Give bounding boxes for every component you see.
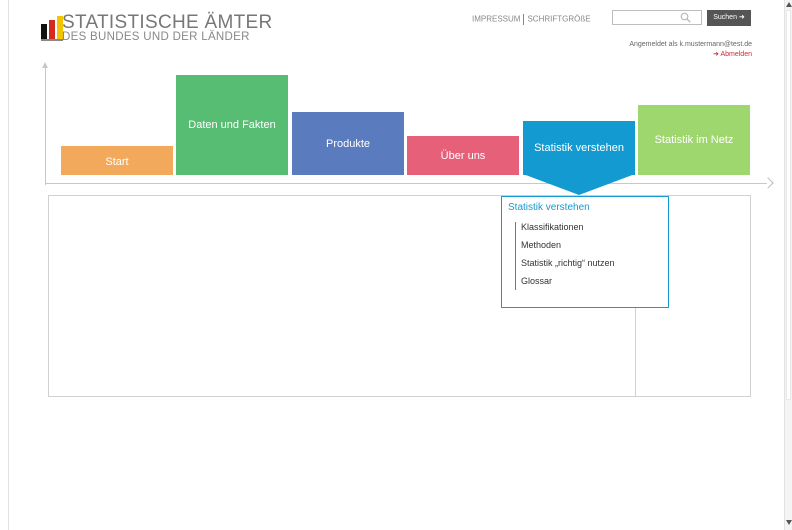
submenu-item-glossar[interactable]: Glossar [521,276,552,286]
logo-title: STATISTISCHE ÄMTER [62,12,273,33]
y-axis-line [45,66,46,185]
login-status: Angemeldet als k.mustermann@test.de [629,41,752,48]
x-axis-line [45,183,767,184]
submenu-item-methoden[interactable]: Methoden [521,240,561,250]
submenu-title[interactable]: Statistik verstehen [508,202,590,213]
search-icon[interactable] [680,12,691,23]
logo-underline [41,39,63,41]
y-axis-arrow-icon [42,62,48,68]
scroll-up-icon[interactable] [786,2,792,7]
link-separator [523,14,525,25]
submenu-item-klassifikationen[interactable]: Klassifikationen [521,222,584,232]
submenu-indicator-line [515,222,516,290]
nav-ueber-uns[interactable]: Über uns [407,136,519,175]
scroll-down-icon[interactable] [786,520,792,525]
search-button[interactable]: Suchen ➜ [707,10,751,26]
font-size-link[interactable]: SCHRIFTGRÖßE [527,15,590,24]
nav-statistik-im-netz[interactable]: Statistik im Netz [638,105,750,175]
top-links: IMPRESSUM SCHRIFTGRÖßE [472,14,591,25]
impressum-link[interactable]: IMPRESSUM [472,15,520,24]
logout-link[interactable]: ➜ Abmelden [713,50,752,58]
active-nav-pointer [523,174,635,195]
submenu-item-statistik-richtig-nutzen[interactable]: Statistik „richtig“ nutzen [521,258,615,268]
scrollbar-thumb[interactable] [786,10,791,400]
nav-produkte[interactable]: Produkte [292,112,404,175]
nav-statistik-verstehen[interactable]: Statistik verstehen [523,121,635,175]
logo-subtitle: DES BUNDES UND DER LÄNDER [62,31,250,43]
nav-daten-und-fakten[interactable]: Daten und Fakten [176,75,288,175]
nav-start[interactable]: Start [61,146,173,175]
